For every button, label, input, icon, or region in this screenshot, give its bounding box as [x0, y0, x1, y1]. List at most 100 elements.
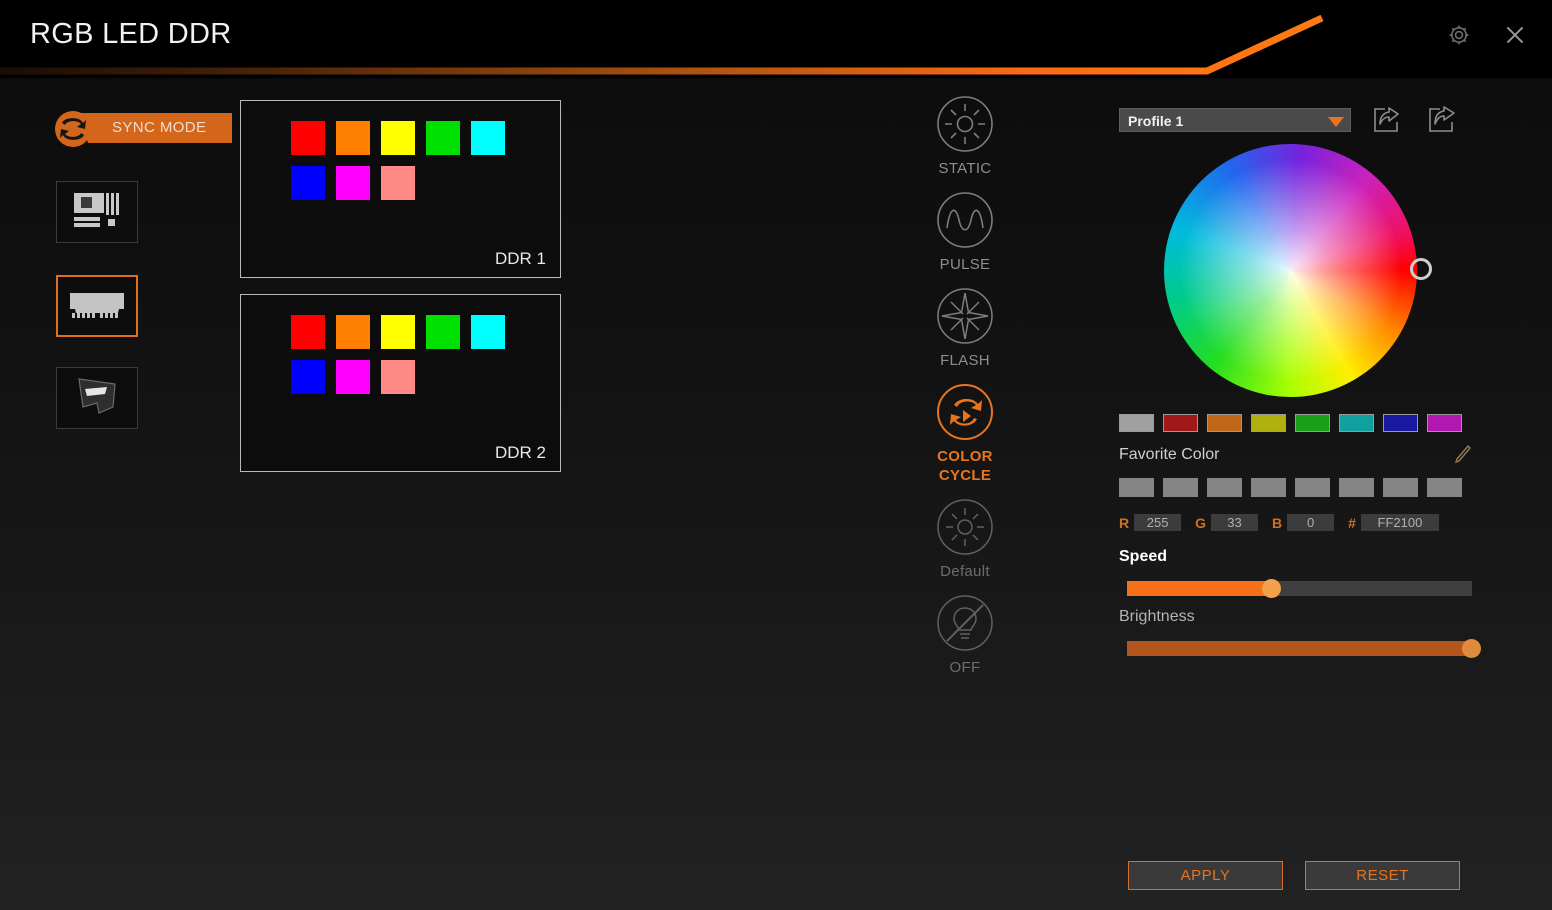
mode-label: Default	[940, 563, 990, 580]
chevron-down-icon	[1328, 117, 1344, 127]
favorite-slot[interactable]	[1163, 478, 1198, 497]
mode-off[interactable]: OFF	[905, 591, 1025, 677]
rgb-led-app-window: RGB LED DDR SYNC MODE DDR 1 DDR 2 STATIC…	[0, 0, 1552, 910]
zone-panel-ddr2[interactable]: DDR 2	[240, 294, 561, 472]
profile-selected-value: Profile 1	[1128, 113, 1184, 129]
speed-slider[interactable]	[1127, 579, 1472, 598]
sync-mode-banner[interactable]: SYNC MODE	[50, 111, 232, 147]
brightness-slider[interactable]	[1127, 639, 1481, 658]
mode-default[interactable]: Default	[905, 495, 1025, 581]
sync-arrows-icon	[50, 109, 96, 149]
zone-color-swatch[interactable]	[291, 360, 325, 394]
speed-slider-fill	[1127, 581, 1272, 596]
color-wheel-cursor[interactable]	[1410, 258, 1432, 280]
zone-swatch-grid	[291, 121, 516, 211]
zone-color-swatch[interactable]	[291, 315, 325, 349]
action-button-row: APPLY RESET	[1128, 861, 1460, 890]
palette-swatch-row	[1119, 414, 1469, 432]
palette-swatch[interactable]	[1295, 414, 1330, 432]
favorite-slot[interactable]	[1427, 478, 1462, 497]
zone-color-swatch[interactable]	[291, 166, 325, 200]
zone-color-swatch[interactable]	[426, 315, 460, 349]
green-field-group: G 33	[1195, 514, 1259, 531]
zone-color-swatch[interactable]	[291, 121, 325, 155]
color-wheel[interactable]	[1164, 144, 1417, 397]
brightness-slider-knob[interactable]	[1462, 639, 1481, 658]
palette-swatch[interactable]	[1339, 414, 1374, 432]
red-input[interactable]: 255	[1134, 514, 1182, 531]
close-icon[interactable]	[1498, 18, 1532, 52]
header-accent-line	[0, 0, 1552, 78]
mode-flash[interactable]: FLASH	[905, 284, 1025, 370]
mode-static[interactable]: STATIC	[905, 92, 1025, 178]
import-profile-icon[interactable]	[1371, 105, 1401, 135]
brightness-slider-label: Brightness	[1119, 608, 1195, 625]
zone-color-swatch[interactable]	[381, 121, 415, 155]
favorite-slot[interactable]	[1339, 478, 1374, 497]
reset-button[interactable]: RESET	[1305, 861, 1460, 890]
palette-swatch[interactable]	[1427, 414, 1462, 432]
apply-button[interactable]: APPLY	[1128, 861, 1283, 890]
red-field-group: R 255	[1119, 514, 1182, 531]
sidebar-item-graphics-card[interactable]	[56, 367, 138, 429]
zone-label: DDR 1	[494, 249, 546, 268]
profile-dropdown[interactable]: Profile 1	[1119, 108, 1351, 132]
zone-color-swatch[interactable]	[336, 360, 370, 394]
palette-swatch[interactable]	[1383, 414, 1418, 432]
zone-swatch-grid	[291, 315, 516, 405]
zone-color-swatch[interactable]	[471, 315, 505, 349]
favorite-slot[interactable]	[1119, 478, 1154, 497]
bulb-off-icon	[933, 591, 997, 655]
zone-color-swatch[interactable]	[471, 121, 505, 155]
wave-pulse-icon	[933, 188, 997, 252]
favorite-slot[interactable]	[1295, 478, 1330, 497]
hex-label: #	[1348, 514, 1356, 531]
sun-default-icon	[933, 495, 997, 559]
zone-panel-ddr1[interactable]: DDR 1	[240, 100, 561, 278]
sun-static-icon	[933, 92, 997, 156]
speed-slider-knob[interactable]	[1261, 579, 1281, 598]
favorite-slot[interactable]	[1207, 478, 1242, 497]
effect-mode-list: STATIC PULSE FLASH COLOR CYCLE Default O…	[905, 92, 1025, 687]
palette-swatch[interactable]	[1207, 414, 1242, 432]
palette-swatch[interactable]	[1251, 414, 1286, 432]
sync-mode-label: SYNC MODE	[112, 119, 207, 136]
mode-label: PULSE	[939, 256, 991, 273]
starburst-flash-icon	[933, 284, 997, 348]
zone-color-swatch[interactable]	[381, 166, 415, 200]
blue-label: B	[1272, 514, 1283, 531]
blue-input[interactable]: 0	[1287, 514, 1335, 531]
zone-color-swatch[interactable]	[381, 360, 415, 394]
palette-swatch[interactable]	[1163, 414, 1198, 432]
favorite-slot[interactable]	[1383, 478, 1418, 497]
export-profile-icon[interactable]	[1426, 105, 1456, 135]
mode-label: STATIC	[938, 160, 992, 177]
sidebar-item-motherboard[interactable]	[56, 181, 138, 243]
favorite-color-label: Favorite Color	[1119, 446, 1220, 463]
blue-field-group: B 0	[1272, 514, 1335, 531]
vga-card-icon	[69, 373, 125, 424]
pencil-edit-icon[interactable]	[1452, 444, 1472, 466]
mode-label: FLASH	[940, 352, 990, 369]
gear-icon[interactable]	[1442, 18, 1476, 52]
hex-input[interactable]: FF2100	[1360, 514, 1439, 531]
sidebar-item-ddr-memory[interactable]	[56, 275, 138, 337]
zone-color-swatch[interactable]	[381, 315, 415, 349]
green-input[interactable]: 33	[1211, 514, 1259, 531]
palette-swatch[interactable]	[1119, 414, 1154, 432]
mode-color-cycle[interactable]: COLOR CYCLE	[905, 380, 1025, 485]
mode-label: COLOR CYCLE	[937, 448, 993, 484]
profile-row: Profile 1	[1119, 105, 1469, 135]
zone-color-swatch[interactable]	[336, 121, 370, 155]
red-label: R	[1119, 514, 1130, 531]
brightness-slider-fill	[1127, 641, 1472, 656]
zone-color-swatch[interactable]	[336, 315, 370, 349]
favorite-slot[interactable]	[1251, 478, 1286, 497]
zone-color-swatch[interactable]	[426, 121, 460, 155]
page-title: RGB LED DDR	[30, 18, 232, 50]
zone-color-swatch[interactable]	[336, 166, 370, 200]
title-bar: RGB LED DDR	[0, 0, 1552, 78]
color-cycle-icon	[933, 380, 997, 444]
green-label: G	[1195, 514, 1207, 531]
mode-pulse[interactable]: PULSE	[905, 188, 1025, 274]
